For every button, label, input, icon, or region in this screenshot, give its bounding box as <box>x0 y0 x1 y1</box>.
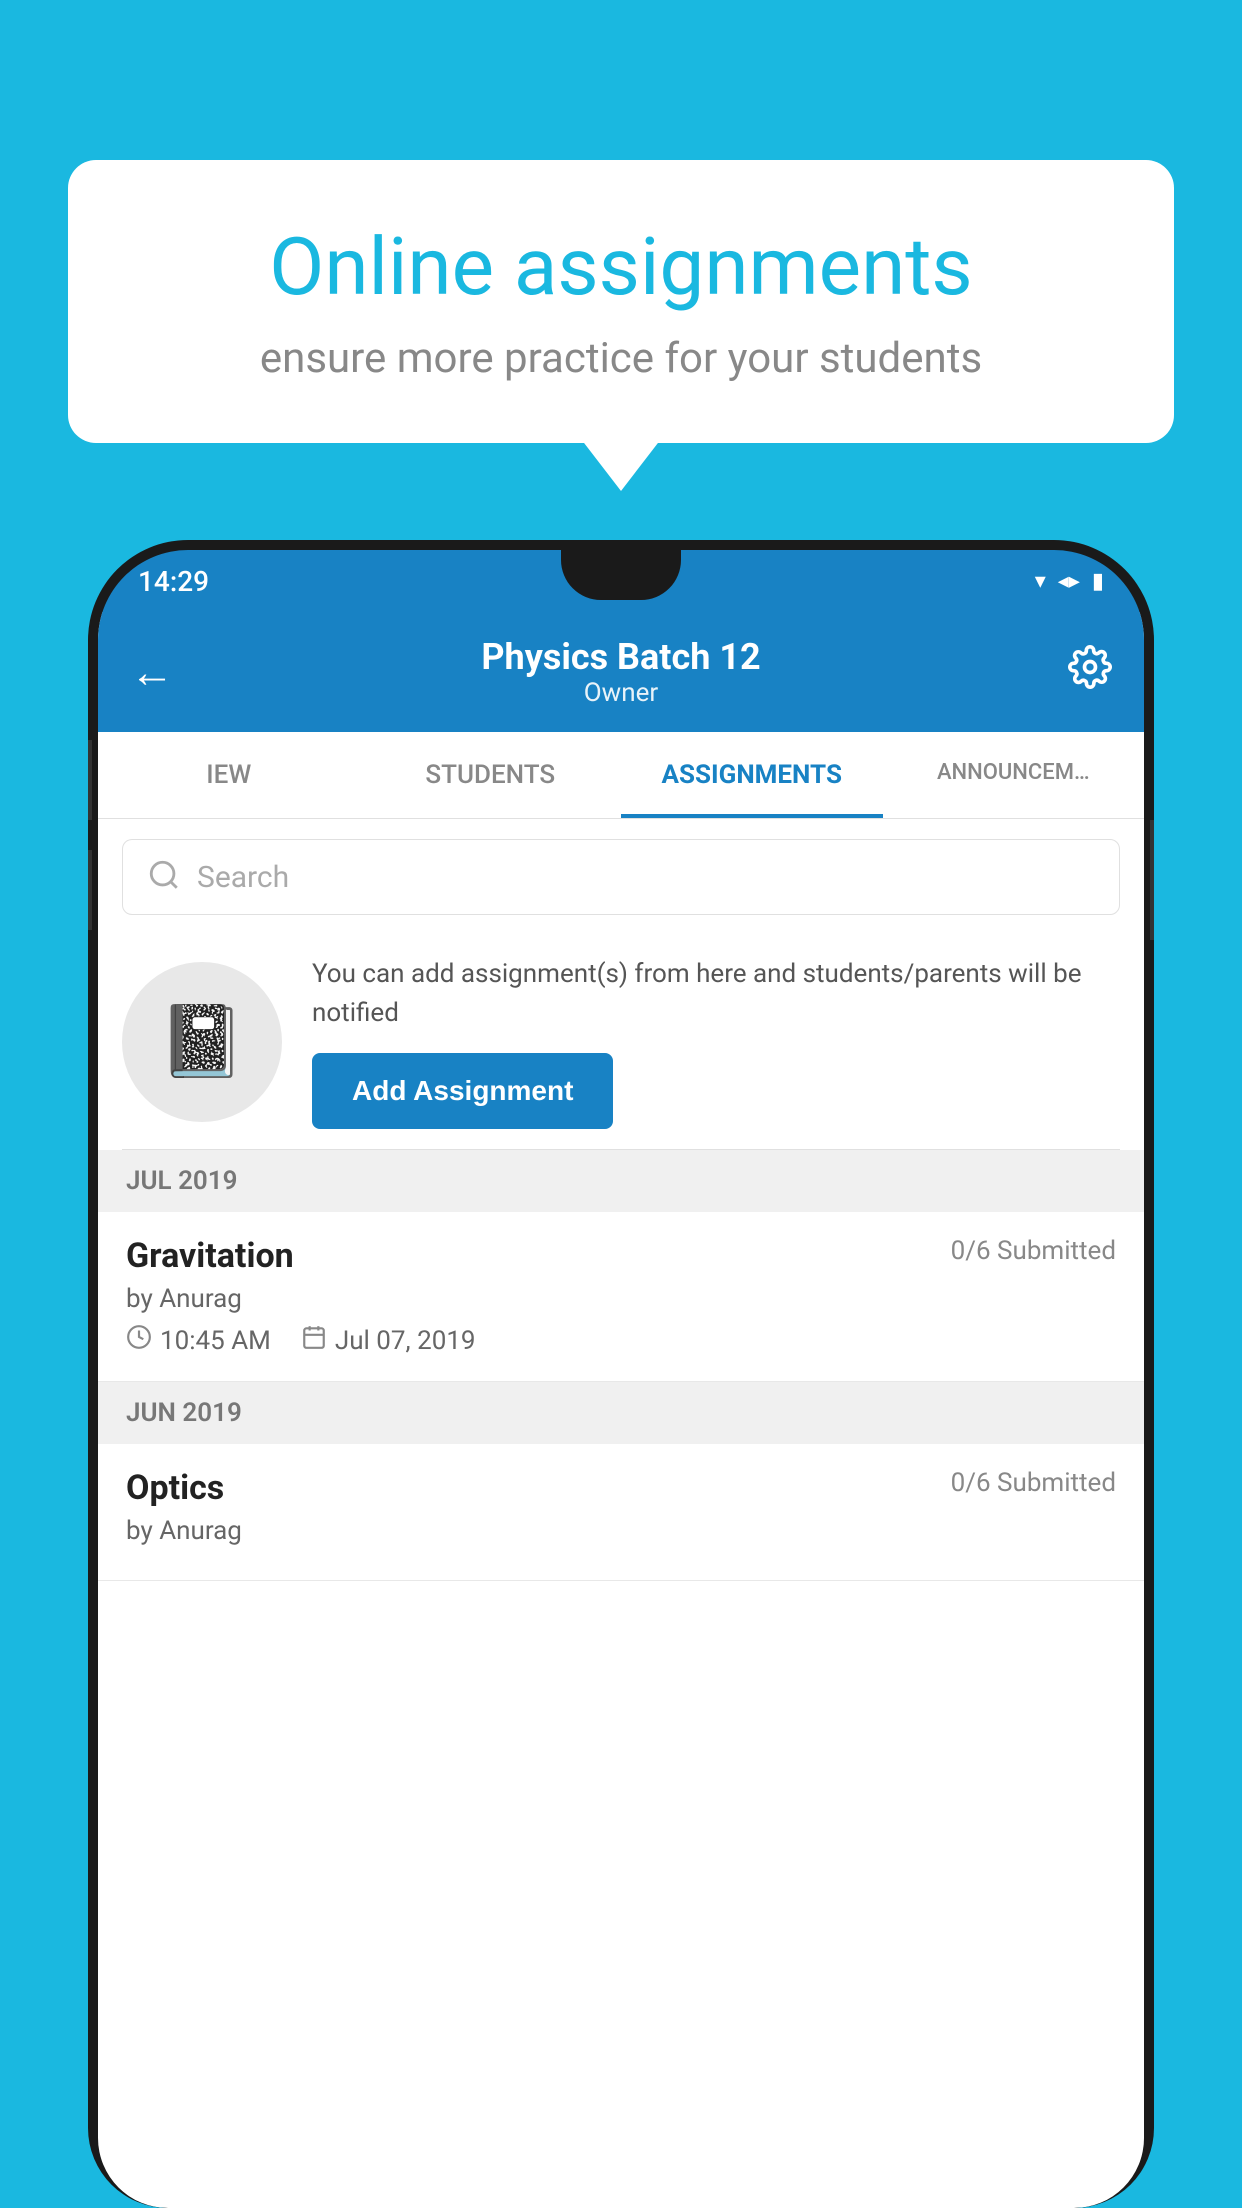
status-time: 14:29 <box>138 565 209 598</box>
assignment-item-gravitation[interactable]: Gravitation 0/6 Submitted by Anurag 10:4… <box>98 1212 1144 1382</box>
assignment-time-item: 10:45 AM <box>126 1324 271 1357</box>
notch <box>561 550 681 600</box>
bubble-title: Online assignments <box>148 220 1094 314</box>
add-assignment-button[interactable]: Add Assignment <box>312 1053 613 1129</box>
volume-up-button <box>88 740 92 820</box>
power-button <box>1150 820 1154 940</box>
submitted-badge-gravitation: 0/6 Submitted <box>951 1236 1116 1266</box>
calendar-icon <box>301 1324 327 1357</box>
submitted-badge-optics: 0/6 Submitted <box>951 1468 1116 1498</box>
promo-text-area: You can add assignment(s) from here and … <box>312 955 1120 1129</box>
tab-students[interactable]: STUDENTS <box>360 732 622 818</box>
search-icon <box>147 858 181 896</box>
assignment-time: 10:45 AM <box>160 1326 271 1356</box>
volume-down-button <box>88 850 92 930</box>
header-title: Physics Batch 12 <box>174 636 1068 678</box>
phone-screen: ← Physics Batch 12 Owner IEW STUDENTS AS… <box>98 612 1144 2208</box>
search-placeholder: Search <box>197 860 289 895</box>
section-header-jul: JUL 2019 <box>98 1150 1144 1212</box>
back-button[interactable]: ← <box>130 646 174 698</box>
settings-button[interactable] <box>1068 645 1112 700</box>
section-header-jun: JUN 2019 <box>98 1382 1144 1444</box>
promo-card: 📓 You can add assignment(s) from here an… <box>122 935 1120 1150</box>
speech-bubble: Online assignments ensure more practice … <box>68 160 1174 443</box>
assignment-date: Jul 07, 2019 <box>335 1326 476 1356</box>
tab-bar: IEW STUDENTS ASSIGNMENTS ANNOUNCEM… <box>98 732 1144 819</box>
assignment-name-optics: Optics <box>126 1468 224 1508</box>
assignment-date-item: Jul 07, 2019 <box>301 1324 476 1357</box>
signal-icon: ◂▸ <box>1058 569 1080 594</box>
assignment-meta-gravitation: 10:45 AM Jul 07, 2019 <box>126 1324 1116 1357</box>
promo-description: You can add assignment(s) from here and … <box>312 955 1120 1033</box>
assignment-item-optics[interactable]: Optics 0/6 Submitted by Anurag <box>98 1444 1144 1581</box>
assignment-top-optics: Optics 0/6 Submitted <box>126 1468 1116 1508</box>
bubble-subtitle: ensure more practice for your students <box>148 334 1094 383</box>
header-subtitle: Owner <box>174 678 1068 708</box>
speech-bubble-area: Online assignments ensure more practice … <box>68 160 1174 443</box>
assignment-top: Gravitation 0/6 Submitted <box>126 1236 1116 1276</box>
tab-assignments[interactable]: ASSIGNMENTS <box>621 732 883 818</box>
battery-icon: ▮ <box>1092 569 1104 594</box>
phone-frame: 14:29 ▾ ◂▸ ▮ ← Physics Batch 12 Owner <box>88 540 1154 2208</box>
assignment-notebook-icon: 📓 <box>158 1001 245 1083</box>
assignment-by-gravitation: by Anurag <box>126 1284 1116 1314</box>
app-header: ← Physics Batch 12 Owner <box>98 612 1144 732</box>
search-bar[interactable]: Search <box>122 839 1120 915</box>
tab-iew[interactable]: IEW <box>98 732 360 818</box>
assignment-by-optics: by Anurag <box>126 1516 1116 1546</box>
promo-icon-circle: 📓 <box>122 962 282 1122</box>
clock-icon <box>126 1324 152 1357</box>
status-icons: ▾ ◂▸ ▮ <box>1035 569 1104 594</box>
tab-announcements[interactable]: ANNOUNCEM… <box>883 732 1145 818</box>
assignment-name-gravitation: Gravitation <box>126 1236 294 1276</box>
status-bar: 14:29 ▾ ◂▸ ▮ <box>98 550 1144 612</box>
header-title-area: Physics Batch 12 Owner <box>174 636 1068 708</box>
wifi-icon: ▾ <box>1035 569 1046 594</box>
phone-inner: 14:29 ▾ ◂▸ ▮ ← Physics Batch 12 Owner <box>98 550 1144 2208</box>
